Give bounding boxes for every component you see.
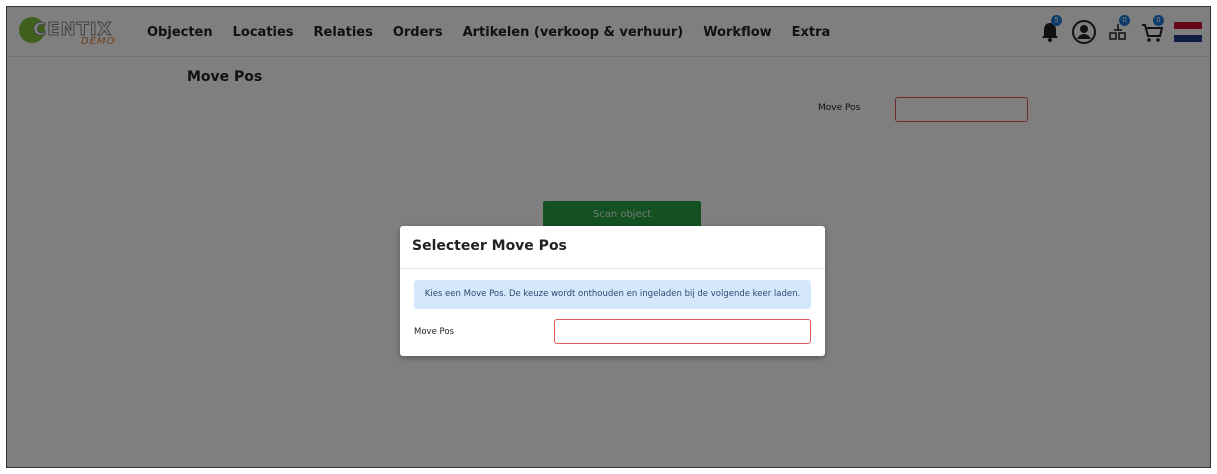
- select-move-pos-dialog: Selecteer Move Pos Kies een Move Pos. De…: [400, 226, 825, 356]
- dialog-title: Selecteer Move Pos: [412, 238, 567, 254]
- dialog-move-pos-label: Move Pos: [414, 327, 454, 337]
- info-alert: Kies een Move Pos. De keuze wordt onthou…: [414, 280, 811, 309]
- app-window: CENTIX DEMO Objecten Locaties Relaties O…: [6, 6, 1211, 468]
- dialog-move-pos-input[interactable]: [554, 319, 811, 344]
- dialog-header: Selecteer Move Pos: [400, 226, 825, 269]
